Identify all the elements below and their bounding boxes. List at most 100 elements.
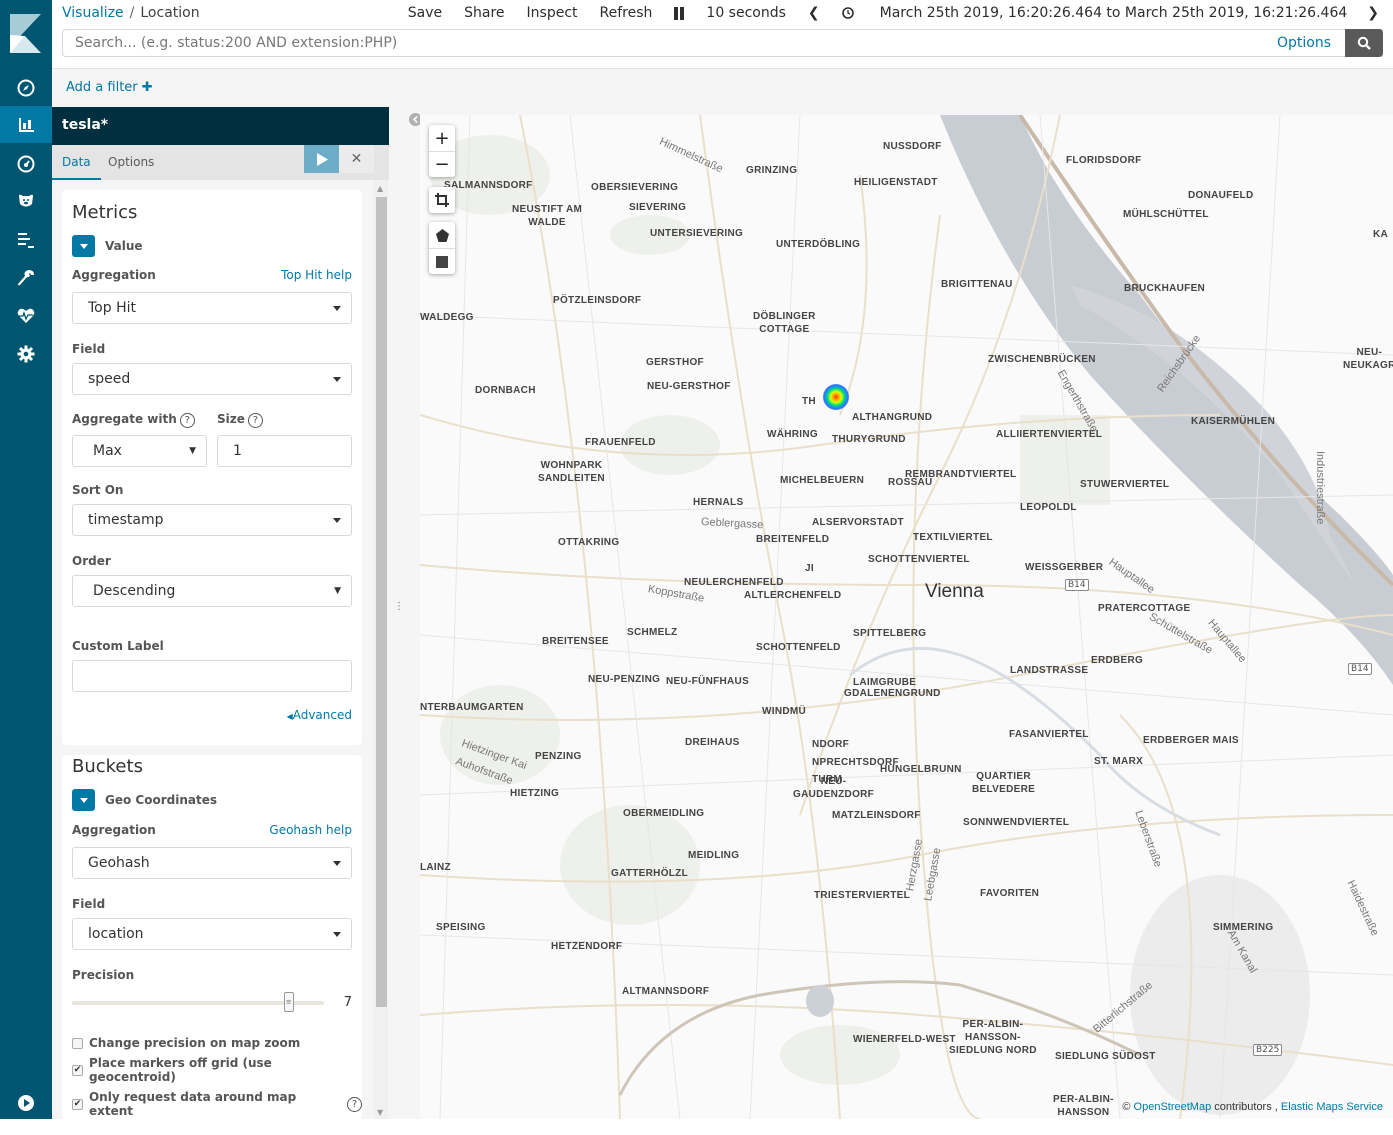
- ems-link[interactable]: Elastic Maps Service: [1281, 1101, 1383, 1113]
- bucket-aggregation-select[interactable]: Geohash: [72, 847, 352, 879]
- nav-management[interactable]: [0, 335, 52, 372]
- aggregate-with-select[interactable]: Max▼: [72, 435, 207, 467]
- precision-slider[interactable]: ≡: [72, 1001, 324, 1005]
- draw-polygon-button[interactable]: [429, 222, 455, 248]
- tab-data[interactable]: Data: [52, 145, 101, 180]
- toggle-agg-button[interactable]: [72, 235, 95, 257]
- buckets-title: Buckets: [72, 756, 143, 777]
- place-label: HEILIGENSTADT: [854, 176, 938, 189]
- draw-rectangle-button[interactable]: [429, 248, 455, 274]
- place-label: NUSSDORF: [883, 140, 942, 153]
- bucket-aggregation-label-row: Aggregation Geohash help: [72, 823, 352, 837]
- custom-label-input[interactable]: [72, 660, 352, 692]
- aggregation-select[interactable]: Top Hit: [72, 292, 352, 324]
- sort-on-value: timestamp: [88, 512, 164, 528]
- sidebar-resize-handle[interactable]: ⋮: [389, 107, 403, 1119]
- nav-dashboard[interactable]: [0, 145, 52, 182]
- place-label: SONNWENDVIERTEL: [963, 816, 1069, 829]
- tile-map[interactable]: NUSSDORFFLORIDSDORFGRINZINGHEILIGENSTADT…: [420, 115, 1393, 1119]
- order-select[interactable]: Descending▼: [72, 575, 352, 607]
- nav-logs[interactable]: [0, 221, 52, 258]
- inspect-button[interactable]: Inspect: [527, 5, 578, 21]
- save-button[interactable]: Save: [408, 5, 442, 21]
- checkbox-box[interactable]: ✔: [72, 1099, 83, 1110]
- advanced-toggle-link[interactable]: ◀Advanced: [287, 708, 352, 722]
- breadcrumb: Visualize/Location: [62, 5, 200, 21]
- apply-changes-button[interactable]: [304, 145, 339, 173]
- place-label: OBERMEIDLING: [623, 807, 704, 820]
- place-label: ERDBERG: [1091, 654, 1143, 667]
- place-label: KA: [1373, 228, 1388, 241]
- checkbox-box[interactable]: ✔: [72, 1065, 83, 1076]
- attribution-contributors: contributors ,: [1214, 1101, 1278, 1113]
- place-label: ALTMANNSDORF: [622, 985, 709, 998]
- scrollbar-thumb[interactable]: [376, 197, 387, 1007]
- refresh-button[interactable]: Refresh: [600, 5, 653, 21]
- kibana-logo[interactable]: [0, 0, 52, 68]
- map-extent-checkbox[interactable]: ✔ Only request data around map extent?: [72, 1090, 362, 1118]
- discard-changes-button[interactable]: ✕: [339, 145, 374, 173]
- geocentroid-checkbox[interactable]: ✔Place markers off grid (use geocentroid…: [72, 1056, 362, 1084]
- nav-dev-tools[interactable]: [0, 259, 52, 296]
- time-prev-button[interactable]: ❮: [808, 5, 820, 21]
- change-precision-checkbox[interactable]: Change precision on map zoom: [72, 1036, 362, 1050]
- checkbox-box[interactable]: [72, 1038, 83, 1049]
- place-label: ROSSAU: [888, 476, 933, 489]
- scroll-up-icon[interactable]: ▲: [377, 184, 383, 193]
- toggle-agg-button[interactable]: [72, 789, 95, 811]
- fit-data-bounds-button[interactable]: [429, 187, 455, 213]
- refresh-interval[interactable]: 10 seconds: [706, 5, 786, 21]
- time-next-button[interactable]: ❯: [1367, 5, 1379, 21]
- place-label: FLORIDSDORF: [1066, 154, 1142, 167]
- precision-label: Precision: [72, 968, 134, 982]
- nav-discover[interactable]: [0, 69, 52, 106]
- nav-collapse[interactable]: [0, 1084, 52, 1121]
- place-label: BRUCKHAUFEN: [1124, 282, 1205, 295]
- bear-icon: [16, 191, 36, 211]
- bucket-field-select[interactable]: location: [72, 918, 352, 950]
- add-filter-button[interactable]: Add a filter ✚: [66, 80, 153, 95]
- place-label: OTTAKRING: [558, 536, 619, 549]
- place-label: SIEDLUNG SÜDOST: [1055, 1050, 1156, 1063]
- search-input[interactable]: [63, 35, 1277, 51]
- field-select[interactable]: speed: [72, 363, 352, 395]
- osm-link[interactable]: OpenStreetMap: [1134, 1101, 1212, 1113]
- search-submit-button[interactable]: [1345, 29, 1383, 57]
- place-label: LANDSTRASSE: [1010, 664, 1088, 677]
- place-label: NEU-FÜNFHAUS: [666, 675, 749, 688]
- precision-slider-handle[interactable]: ≡: [284, 992, 294, 1012]
- plus-icon: ✚: [142, 80, 153, 95]
- time-picker[interactable]: March 25th 2019, 16:20:26.464 to March 2…: [842, 5, 1348, 21]
- place-label: FASANVIERTEL: [1009, 728, 1089, 741]
- help-icon[interactable]: ?: [347, 1097, 362, 1112]
- scroll-down-icon[interactable]: ▼: [377, 1108, 383, 1117]
- sidebar-scrollbar[interactable]: ▲ ▼: [374, 180, 388, 1119]
- heatmap-point[interactable]: [823, 384, 849, 410]
- nav-visualize[interactable]: [0, 106, 52, 143]
- tab-options[interactable]: Options: [108, 145, 154, 180]
- checkbox-label: Only request data around map extent: [89, 1090, 344, 1118]
- place-label: TEXTILVIERTEL: [913, 531, 993, 544]
- share-button[interactable]: Share: [464, 5, 504, 21]
- place-label: ALTHANGRUND: [852, 411, 932, 424]
- top-hit-help-link[interactable]: Top Hit help: [281, 268, 352, 282]
- caret-down-icon: [333, 377, 341, 382]
- zoom-in-button[interactable]: +: [429, 125, 455, 151]
- pause-icon[interactable]: [674, 7, 684, 20]
- metric-agg-title: Value: [105, 239, 143, 253]
- help-icon[interactable]: ?: [248, 413, 263, 428]
- checkbox-label: Change precision on map zoom: [89, 1036, 300, 1050]
- nav-monitoring[interactable]: [0, 297, 52, 334]
- sort-on-select[interactable]: timestamp: [72, 504, 352, 536]
- help-icon[interactable]: ?: [180, 413, 195, 428]
- size-input[interactable]: 1: [217, 435, 352, 467]
- breadcrumb-visualize[interactable]: Visualize: [62, 5, 124, 21]
- geohash-help-link[interactable]: Geohash help: [269, 823, 352, 837]
- zoom-out-button[interactable]: −: [429, 151, 455, 177]
- close-icon: ✕: [351, 151, 363, 167]
- top-menu: Save Share Inspect Refresh 10 seconds ❮ …: [386, 5, 1379, 21]
- query-bar: Options: [62, 29, 1383, 57]
- query-options-button[interactable]: Options: [1277, 35, 1331, 51]
- nav-canvas[interactable]: [0, 182, 52, 219]
- caret-down-icon: [333, 518, 341, 523]
